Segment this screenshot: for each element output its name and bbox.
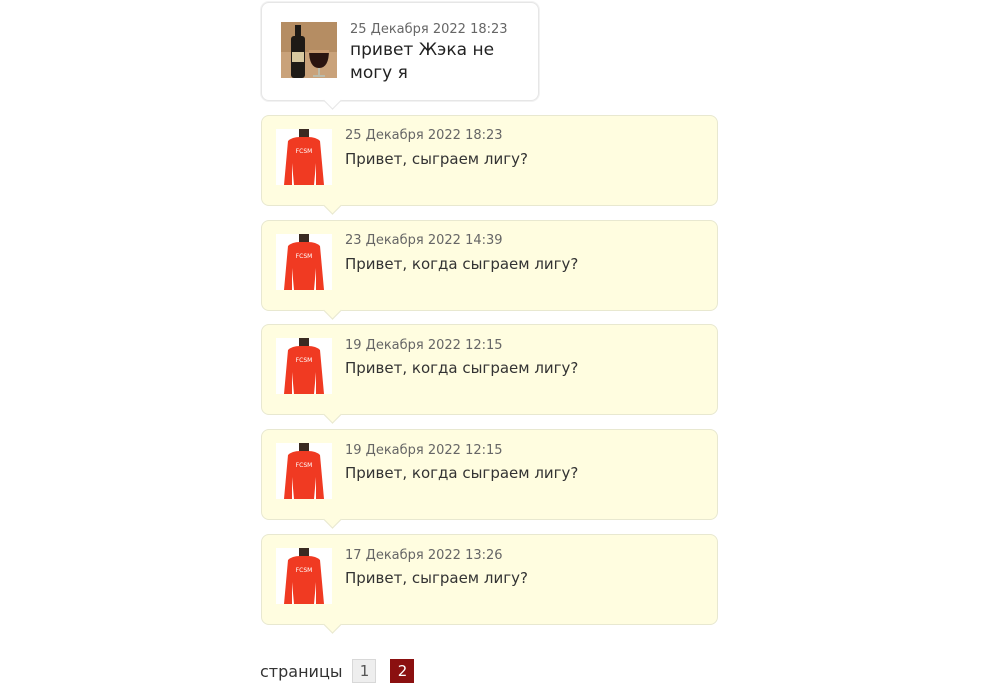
red-jersey-avatar: FCSM — [276, 234, 332, 290]
beer-glass-avatar — [281, 22, 337, 78]
message-text: Привет, сыграем лигу? — [345, 569, 528, 587]
message-date: 19 Декабря 2022 12:15 — [345, 443, 503, 458]
message-date: 25 Декабря 2022 18:23 — [350, 22, 508, 37]
user-avatar[interactable]: FCSM — [276, 443, 332, 499]
red-jersey-avatar: FCSM — [276, 548, 332, 604]
jersey-text: FCSM — [296, 357, 313, 364]
jersey-text: FCSM — [296, 253, 313, 260]
jersey-text: FCSM — [296, 567, 313, 574]
message-date: 17 Декабря 2022 13:26 — [345, 548, 503, 563]
message-text: Привет, когда сыграем лигу? — [345, 464, 579, 482]
red-jersey-avatar: FCSM — [276, 338, 332, 394]
pagination-label: страницы — [260, 661, 343, 681]
message-item: FCSM 25 Декабря 2022 18:23 Привет, сыгра… — [261, 115, 718, 206]
pagination: страницы 1 2 — [260, 658, 428, 684]
message-text: Привет, сыграем лигу? — [345, 150, 528, 168]
message-item: FCSM 19 Декабря 2022 12:15 Привет, когда… — [261, 324, 718, 415]
user-avatar[interactable] — [281, 22, 337, 78]
jersey-text: FCSM — [296, 462, 313, 469]
page-link-2-current[interactable]: 2 — [390, 659, 415, 683]
user-avatar[interactable]: FCSM — [276, 548, 332, 604]
user-avatar[interactable]: FCSM — [276, 338, 332, 394]
red-jersey-avatar: FCSM — [276, 129, 332, 185]
message-item: FCSM 17 Декабря 2022 13:26 Привет, сыгра… — [261, 534, 718, 625]
message-text: Привет, когда сыграем лигу? — [345, 255, 579, 273]
red-jersey-avatar: FCSM — [276, 443, 332, 499]
jersey-text: FCSM — [296, 148, 313, 155]
message-text: Привет, когда сыграем лигу? — [345, 359, 579, 377]
message-item: FCSM 23 Декабря 2022 14:39 Привет, когда… — [261, 220, 718, 311]
user-avatar[interactable]: FCSM — [276, 129, 332, 185]
message-item: FCSM 19 Декабря 2022 12:15 Привет, когда… — [261, 429, 718, 520]
message-date: 23 Декабря 2022 14:39 — [345, 233, 503, 248]
page-link-1[interactable]: 1 — [352, 659, 377, 683]
message-date: 25 Декабря 2022 18:23 — [345, 128, 503, 143]
message-text: привет Жэка не могу я — [350, 40, 495, 83]
user-avatar[interactable]: FCSM — [276, 234, 332, 290]
message-item: 25 Декабря 2022 18:23 привет Жэка не мог… — [261, 2, 539, 101]
message-date: 19 Декабря 2022 12:15 — [345, 338, 503, 353]
